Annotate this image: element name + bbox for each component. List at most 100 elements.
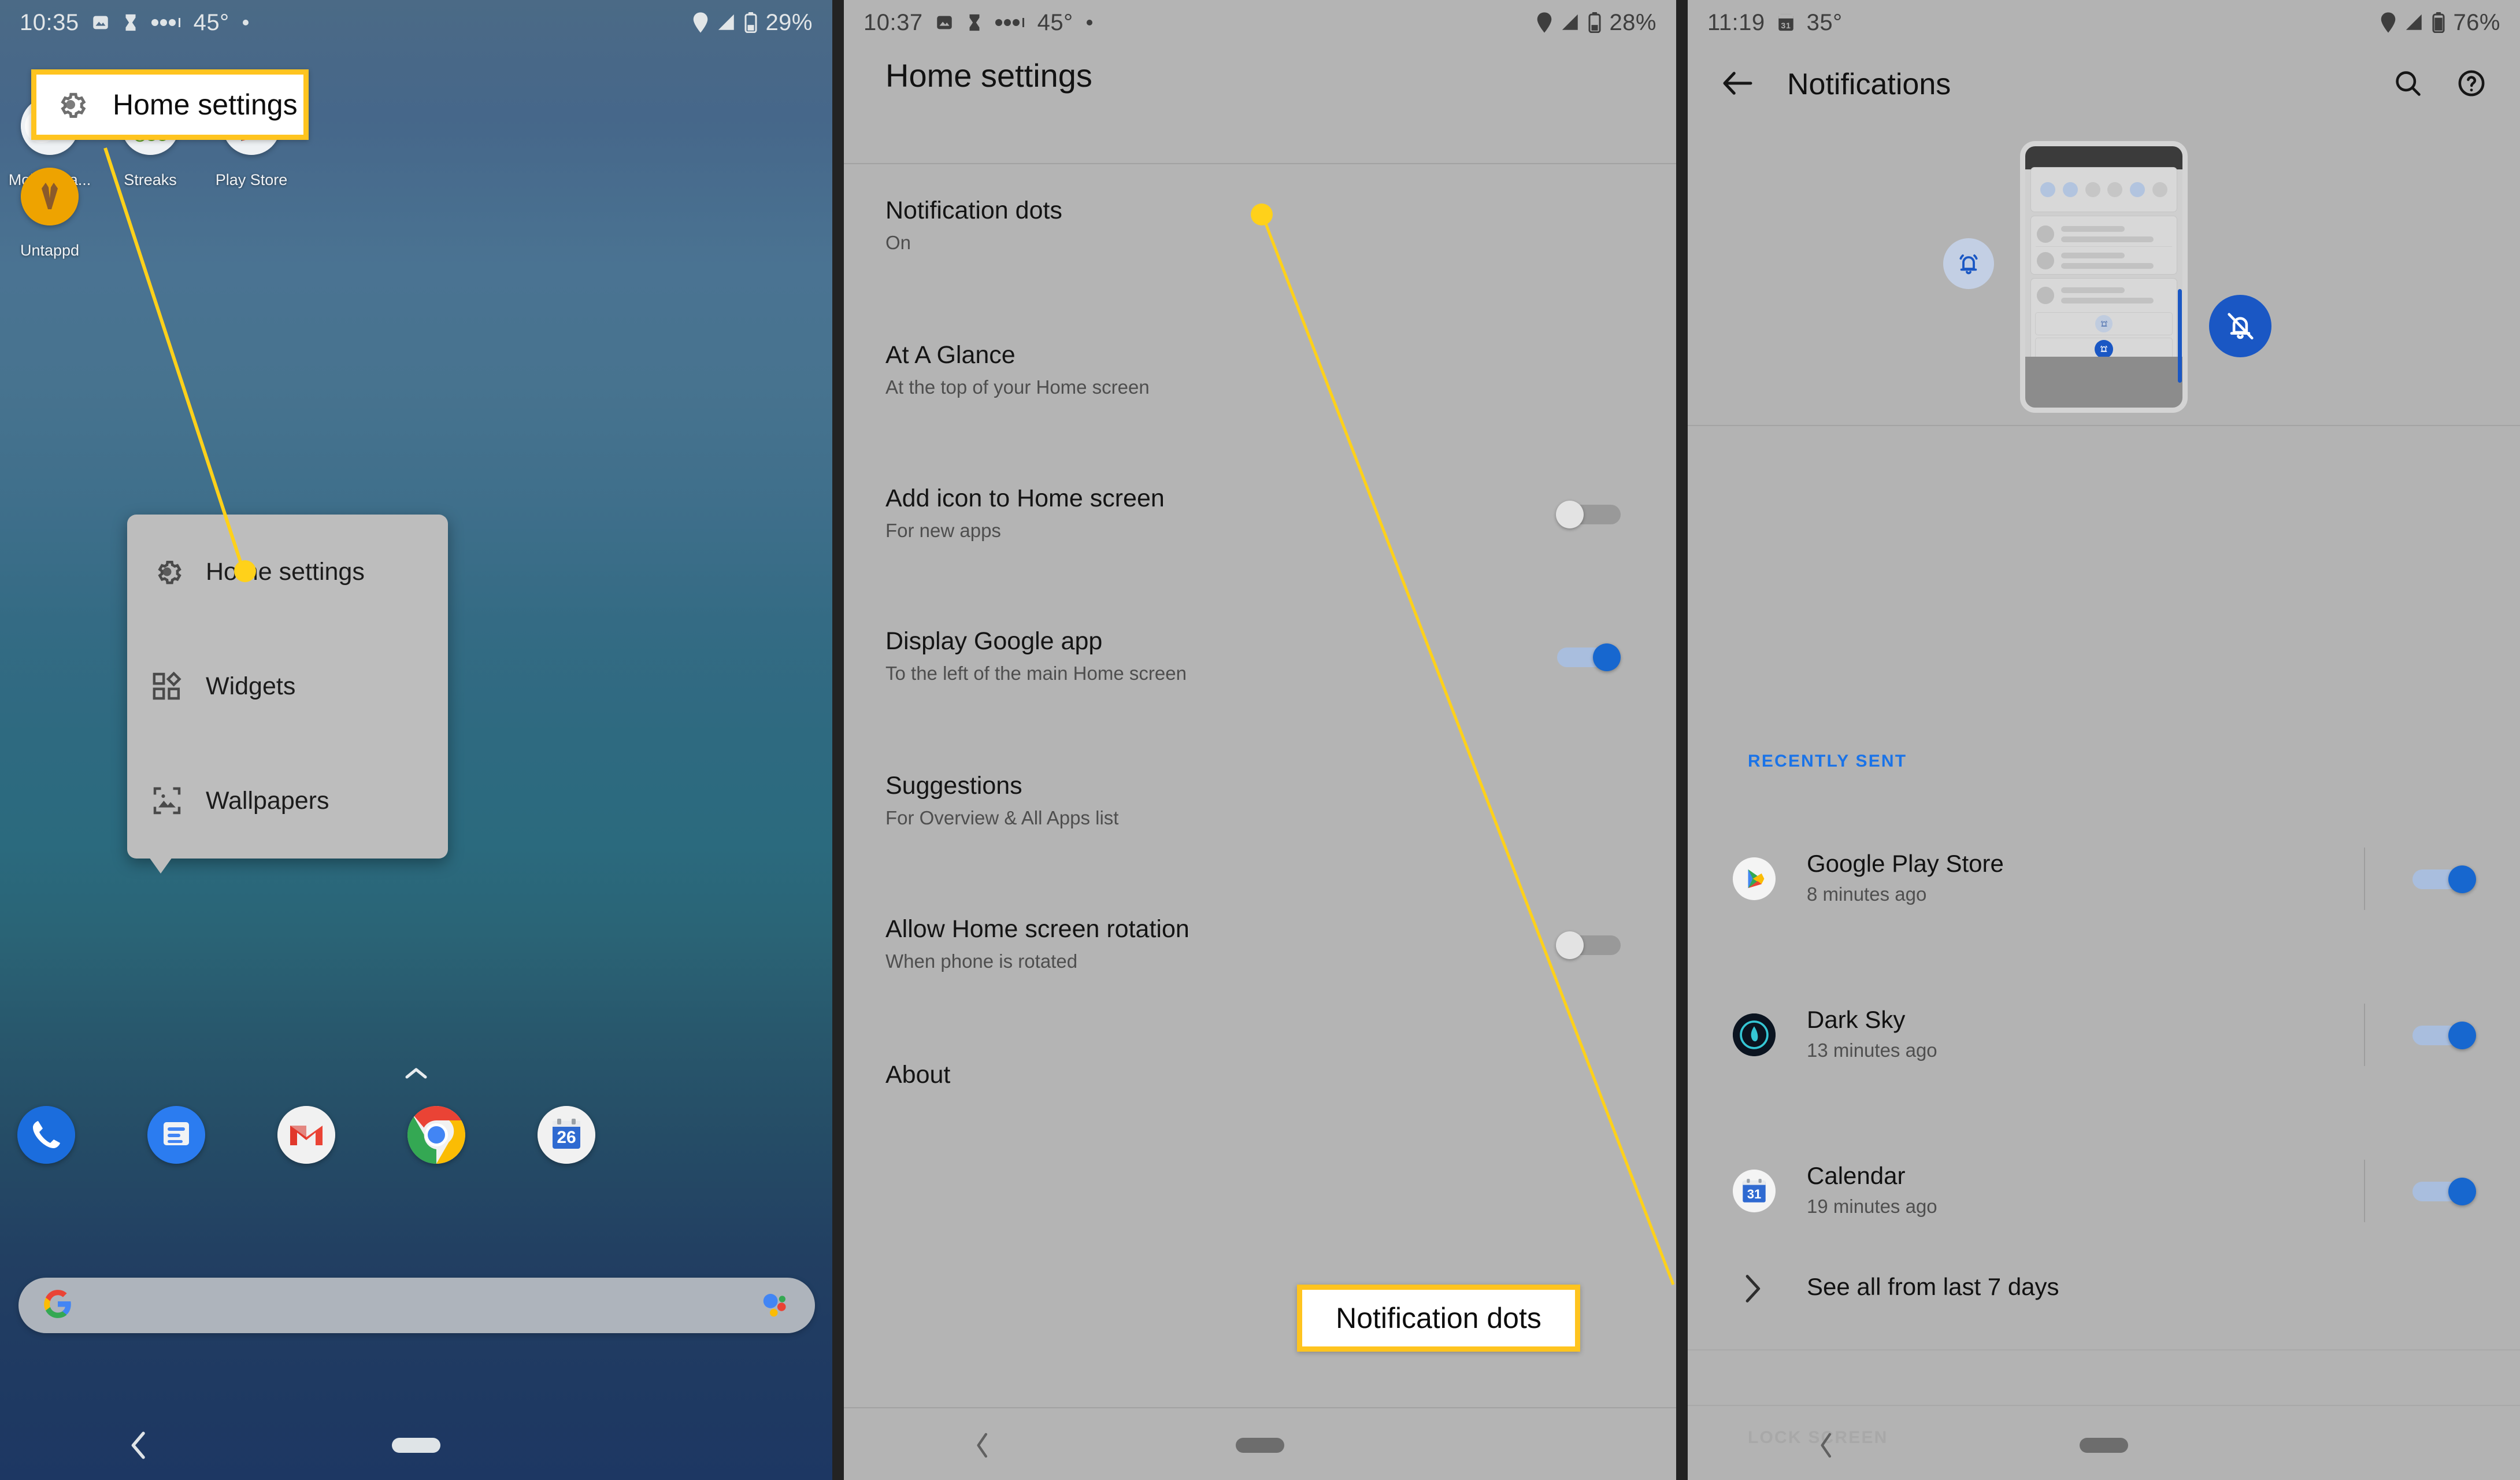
notification-app-row[interactable]: 31 Calendar 19 minutes ago: [1688, 1139, 2520, 1243]
see-all-label: See all from last 7 days: [1807, 1273, 2059, 1300]
nav-back-button[interactable]: [844, 1433, 1121, 1458]
row-separator: [2364, 848, 2365, 910]
bell-ring-icon: [2095, 340, 2113, 358]
page-title: Home settings: [885, 57, 1092, 94]
app-label: Play Store: [215, 171, 288, 188]
setting-title: Suggestions: [885, 772, 1022, 800]
app-bar: Notifications: [1688, 50, 2520, 119]
divider: [844, 163, 1676, 164]
dock-icon-calendar[interactable]: 26: [538, 1106, 595, 1164]
toggle-app-notifications[interactable]: [2412, 1178, 2476, 1205]
dark-sky-icon: [1733, 1013, 1776, 1056]
status-battery-percent: 28%: [1609, 9, 1656, 35]
status-time: 10:35: [20, 9, 79, 35]
status-time: 11:19: [1707, 9, 1765, 35]
wallpaper-icon: [150, 784, 184, 817]
notification-app-row[interactable]: Dark Sky 13 minutes ago: [1688, 983, 2520, 1087]
nav-bar: [0, 1411, 832, 1480]
setting-row-suggestions[interactable]: Suggestions For Overview & All Apps list: [885, 772, 1118, 829]
panel-home-screen: 10:35 45° 29% Pa... Streaks Play Store U…: [0, 0, 832, 1480]
location-icon: [1536, 12, 1553, 34]
menu-item-widgets[interactable]: Widgets: [127, 629, 448, 743]
dock-icon-gmail[interactable]: [277, 1106, 335, 1164]
callout-notification-dots: Notification dots: [1297, 1285, 1580, 1352]
status-bar: 11:19 31 35° 76%: [1688, 0, 2520, 45]
menu-item-label: Wallpapers: [206, 786, 329, 815]
panel-home-settings: 10:37 45° 28% Home settings Notification…: [844, 0, 1676, 1480]
bell-off-icon: [2209, 295, 2271, 357]
app-icon-untappd[interactable]: [21, 168, 79, 225]
nav-home-button[interactable]: [1965, 1438, 2243, 1453]
dot-icon: [1085, 18, 1094, 27]
toggle-app-notifications[interactable]: [2412, 1022, 2476, 1049]
nav-bar: [844, 1411, 1676, 1480]
see-all-row[interactable]: See all from last 7 days: [1688, 1255, 2520, 1330]
setting-row-rotation[interactable]: Allow Home screen rotation When phone is…: [885, 915, 1189, 972]
callout-home-settings: Home settings: [31, 69, 309, 140]
setting-row-at-a-glance[interactable]: At A Glance At the top of your Home scre…: [885, 341, 1150, 398]
back-arrow-icon[interactable]: [1721, 70, 1754, 99]
notification-card: [2030, 278, 2177, 364]
app-time: 8 minutes ago: [1807, 883, 1927, 905]
setting-row-notification-dots[interactable]: Notification dots On: [885, 197, 1062, 254]
location-icon: [692, 12, 709, 34]
divider: [1688, 1405, 2520, 1406]
status-time: 10:37: [864, 9, 923, 35]
menu-item-home-settings[interactable]: Home settings: [127, 515, 448, 629]
toggle-add-icon[interactable]: [1556, 501, 1621, 528]
photo-icon: [91, 13, 110, 32]
toggle-rotation[interactable]: [1556, 931, 1621, 959]
location-icon: [2380, 12, 2397, 34]
callout-label: Home settings: [113, 88, 298, 121]
dock-icon-messages[interactable]: [147, 1106, 205, 1164]
dot-icon: [241, 18, 250, 27]
battery-icon: [744, 12, 758, 33]
app-time: 19 minutes ago: [1807, 1196, 1937, 1217]
calendar-icon: 31: [1777, 13, 1795, 32]
divider: [1688, 425, 2520, 426]
notification-group-card: [2030, 216, 2177, 275]
panel-notifications: 11:19 31 35° 76% Notifications RECENTLY …: [1688, 0, 2520, 1480]
assistant-icon[interactable]: [759, 1289, 791, 1323]
nav-home-button[interactable]: [1121, 1438, 1399, 1453]
row-separator: [2364, 1160, 2365, 1222]
bell-ring-icon: [1943, 238, 1994, 289]
hourglass-icon: [966, 13, 983, 32]
nav-bar: [1688, 1411, 2520, 1480]
status-bar: 10:37 45° 28%: [844, 0, 1676, 45]
toggle-app-notifications[interactable]: [2412, 865, 2476, 893]
dock-icon-phone[interactable]: [17, 1106, 75, 1164]
chevron-right-icon: [1743, 1274, 1762, 1306]
setting-title: About: [885, 1061, 951, 1089]
all-apps-chevron-icon[interactable]: [405, 1067, 428, 1083]
setting-row-about[interactable]: About: [885, 1061, 950, 1089]
search-icon[interactable]: [2393, 68, 2423, 101]
google-search-bar[interactable]: [18, 1278, 815, 1333]
play-store-icon: [1733, 857, 1776, 900]
nav-back-button[interactable]: [0, 1431, 277, 1459]
setting-row-display-google-app[interactable]: Display Google app To the left of the ma…: [885, 627, 1187, 684]
status-temperature: 35°: [1806, 9, 1843, 35]
toggle-display-google-app[interactable]: [1557, 643, 1621, 671]
hourglass-icon: [122, 13, 139, 32]
setting-title: At A Glance: [885, 341, 1016, 369]
nav-home-button[interactable]: [277, 1438, 555, 1453]
callout-label: Notification dots: [1336, 1302, 1541, 1334]
menu-item-wallpapers[interactable]: Wallpapers: [127, 743, 448, 858]
help-icon[interactable]: [2456, 68, 2486, 101]
setting-title: Display Google app: [885, 627, 1103, 655]
setting-row-add-icon[interactable]: Add icon to Home screen For new apps: [885, 484, 1165, 542]
setting-title: Notification dots: [885, 197, 1062, 224]
app-name: Calendar: [1807, 1162, 1906, 1189]
notifications-illustration: [1688, 121, 2520, 416]
notification-app-row[interactable]: Google Play Store 8 minutes ago: [1688, 827, 2520, 931]
calendar-icon: 31: [1733, 1170, 1776, 1212]
nav-back-button[interactable]: [1688, 1433, 1965, 1458]
menu-item-label: Home settings: [206, 557, 365, 586]
status-temperature: 45°: [193, 9, 229, 35]
page-title: Notifications: [1787, 68, 1951, 101]
dots-icon: [995, 17, 1026, 28]
home-context-menu: Home settings Widgets Wallpapers: [127, 515, 448, 874]
dock-icon-chrome[interactable]: [407, 1106, 465, 1164]
photo-icon: [935, 13, 954, 32]
